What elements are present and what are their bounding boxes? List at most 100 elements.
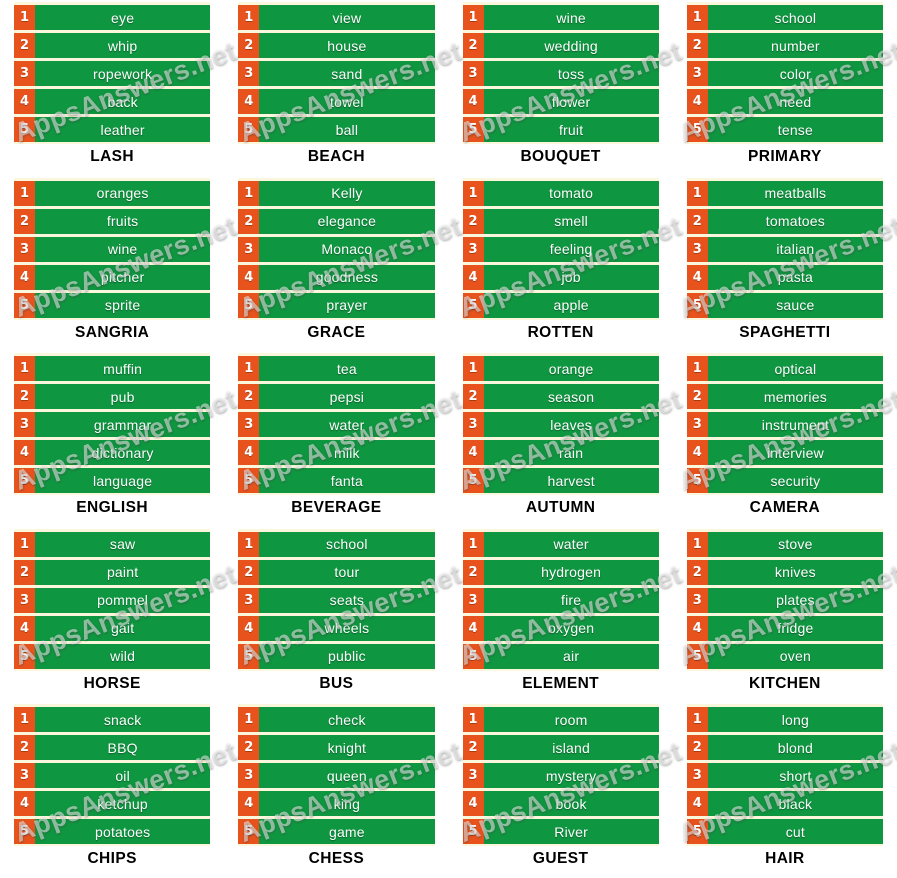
clue-row[interactable]: 3 seats	[238, 587, 435, 613]
clue-row[interactable]: 5 sprite	[14, 292, 211, 318]
clue-row[interactable]: 3 oil	[14, 763, 211, 789]
clue-row[interactable]: 1 meatballs	[686, 180, 883, 206]
clue-row[interactable]: 4 oxygen	[462, 615, 659, 641]
clue-row[interactable]: 2 fruits	[14, 208, 211, 234]
clue-row[interactable]: 1 stove	[686, 531, 883, 557]
clue-row[interactable]: 5 apple	[462, 292, 659, 318]
clue-row[interactable]: 2 pepsi	[238, 384, 435, 410]
clue-row[interactable]: 3 mystery	[462, 763, 659, 789]
clue-row[interactable]: 4 book	[462, 791, 659, 817]
clue-row[interactable]: 2 pub	[14, 384, 211, 410]
clue-row[interactable]: 3 leaves	[462, 412, 659, 438]
clue-row[interactable]: 1 snack	[14, 707, 211, 733]
clue-row[interactable]: 1 room	[462, 707, 659, 733]
clue-row[interactable]: 5 public	[238, 643, 435, 669]
clue-row[interactable]: 5 potatoes	[14, 819, 211, 845]
clue-row[interactable]: 2 memories	[686, 384, 883, 410]
clue-row[interactable]: 3 Monaco	[238, 236, 435, 262]
clue-row[interactable]: 4 back	[14, 89, 211, 114]
clue-row[interactable]: 2 island	[462, 735, 659, 761]
clue-row[interactable]: 1 optical	[686, 356, 883, 382]
clue-row[interactable]: 5 River	[462, 819, 659, 845]
clue-row[interactable]: 4 king	[238, 791, 435, 817]
clue-row[interactable]: 2 knives	[686, 559, 883, 585]
clue-row[interactable]: 2 house	[238, 33, 435, 58]
clue-row[interactable]: 4 dictionary	[14, 440, 211, 466]
clue-row[interactable]: 1 Kelly	[238, 180, 435, 206]
clue-row[interactable]: 4 pasta	[686, 264, 883, 290]
clue-row[interactable]: 2 paint	[14, 559, 211, 585]
clue-row[interactable]: 5 sauce	[686, 292, 883, 318]
clue-row[interactable]: 3 feeling	[462, 236, 659, 262]
clue-row[interactable]: 5 wild	[14, 643, 211, 669]
clue-row[interactable]: 5 air	[462, 643, 659, 669]
clue-row[interactable]: 2 blond	[686, 735, 883, 761]
clue-row[interactable]: 3 color	[686, 61, 883, 86]
clue-row[interactable]: 5 oven	[686, 643, 883, 669]
clue-row[interactable]: 2 tour	[238, 559, 435, 585]
clue-row[interactable]: 5 cut	[686, 819, 883, 845]
clue-row[interactable]: 2 elegance	[238, 208, 435, 234]
clue-row[interactable]: 2 tomatoes	[686, 208, 883, 234]
clue-row[interactable]: 3 instrument	[686, 412, 883, 438]
clue-row[interactable]: 2 season	[462, 384, 659, 410]
clue-row[interactable]: 1 long	[686, 707, 883, 733]
clue-row[interactable]: 3 water	[238, 412, 435, 438]
clue-row[interactable]: 3 short	[686, 763, 883, 789]
clue-row[interactable]: 5 tense	[686, 117, 883, 142]
clue-row[interactable]: 3 plates	[686, 587, 883, 613]
clue-row[interactable]: 3 pommel	[14, 587, 211, 613]
clue-row[interactable]: 3 sand	[238, 61, 435, 86]
clue-row[interactable]: 4 pitcher	[14, 264, 211, 290]
clue-row[interactable]: 1 check	[238, 707, 435, 733]
clue-row[interactable]: 4 wheels	[238, 615, 435, 641]
clue-row[interactable]: 1 oranges	[14, 180, 211, 206]
clue-row[interactable]: 3 fire	[462, 587, 659, 613]
clue-row[interactable]: 5 fruit	[462, 117, 659, 142]
clue-row[interactable]: 5 fanta	[238, 468, 435, 494]
clue-row[interactable]: 3 queen	[238, 763, 435, 789]
clue-row[interactable]: 4 flower	[462, 89, 659, 114]
clue-row[interactable]: 4 goodness	[238, 264, 435, 290]
clue-row[interactable]: 4 gait	[14, 615, 211, 641]
clue-row[interactable]: 1 orange	[462, 356, 659, 382]
clue-row[interactable]: 1 saw	[14, 531, 211, 557]
clue-row[interactable]: 5 ball	[238, 117, 435, 142]
clue-row[interactable]: 2 hydrogen	[462, 559, 659, 585]
clue-row[interactable]: 4 interview	[686, 440, 883, 466]
clue-row[interactable]: 2 whip	[14, 33, 211, 58]
clue-row[interactable]: 4 need	[686, 89, 883, 114]
clue-row[interactable]: 1 tea	[238, 356, 435, 382]
clue-row[interactable]: 4 job	[462, 264, 659, 290]
clue-row[interactable]: 1 muffin	[14, 356, 211, 382]
clue-row[interactable]: 2 BBQ	[14, 735, 211, 761]
clue-row[interactable]: 5 leather	[14, 117, 211, 142]
clue-row[interactable]: 1 view	[238, 5, 435, 30]
clue-row[interactable]: 4 ketchup	[14, 791, 211, 817]
clue-row[interactable]: 3 grammar	[14, 412, 211, 438]
clue-row[interactable]: 1 water	[462, 531, 659, 557]
clue-row[interactable]: 5 harvest	[462, 468, 659, 494]
clue-row[interactable]: 4 rain	[462, 440, 659, 466]
clue-row[interactable]: 5 prayer	[238, 292, 435, 318]
clue-row[interactable]: 3 wine	[14, 236, 211, 262]
clue-row[interactable]: 4 milk	[238, 440, 435, 466]
clue-row[interactable]: 5 game	[238, 819, 435, 845]
clue-row[interactable]: 3 ropework	[14, 61, 211, 86]
clue-row[interactable]: 1 school	[686, 5, 883, 30]
clue-row[interactable]: 4 fridge	[686, 615, 883, 641]
clue-row[interactable]: 4 towel	[238, 89, 435, 114]
clue-row[interactable]: 5 language	[14, 468, 211, 494]
clue-row[interactable]: 1 eye	[14, 5, 211, 30]
clue-row[interactable]: 2 number	[686, 33, 883, 58]
clue-row[interactable]: 5 security	[686, 468, 883, 494]
clue-row[interactable]: 2 smell	[462, 208, 659, 234]
clue-row[interactable]: 3 toss	[462, 61, 659, 86]
clue-row[interactable]: 2 knight	[238, 735, 435, 761]
clue-row[interactable]: 3 italian	[686, 236, 883, 262]
clue-row[interactable]: 2 wedding	[462, 33, 659, 58]
clue-row[interactable]: 1 tomato	[462, 180, 659, 206]
clue-row[interactable]: 1 school	[238, 531, 435, 557]
clue-row[interactable]: 4 black	[686, 791, 883, 817]
clue-row[interactable]: 1 wine	[462, 5, 659, 30]
